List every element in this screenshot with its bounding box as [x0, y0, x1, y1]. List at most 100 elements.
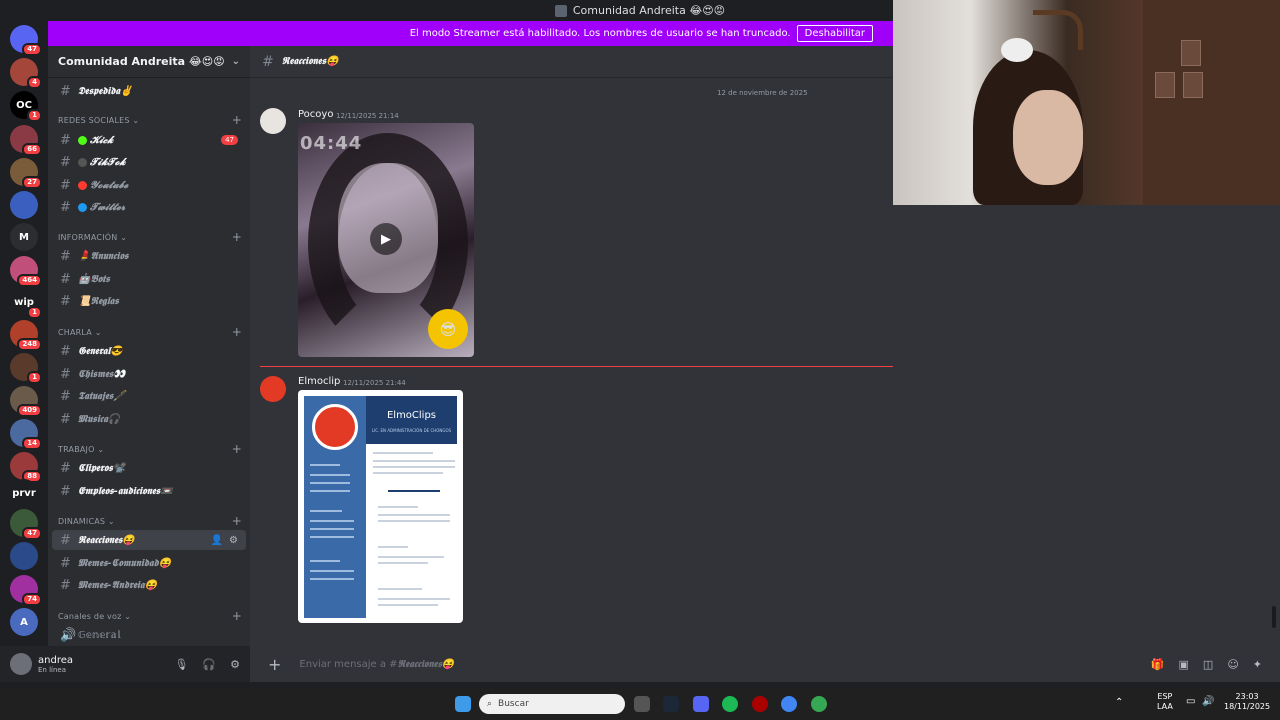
server-icon[interactable]: [10, 542, 38, 570]
category-voz[interactable]: Canales de voz ⌄ +: [58, 608, 242, 624]
server-icon[interactable]: 1: [10, 353, 42, 384]
server-icon[interactable]: 14: [10, 419, 42, 450]
invite-icon[interactable]: 👤: [211, 535, 223, 546]
category-info[interactable]: INFORMACIÓN ⌄ +: [58, 229, 242, 245]
channel-bots[interactable]: # 🤖𝕭𝖔𝖙𝖘: [52, 269, 246, 289]
guild-header[interactable]: Comunidad Andreita 😂😍😡 ⌄: [48, 46, 250, 78]
webcam-overlay: [893, 0, 1280, 205]
obs-icon[interactable]: [634, 696, 650, 712]
video-attachment[interactable]: 04:44 ▶ 😎: [298, 123, 474, 357]
scrollbar-thumb[interactable]: [1272, 606, 1276, 628]
gear-icon[interactable]: ⚙: [229, 535, 238, 546]
volume-icon[interactable]: 🔊: [1202, 697, 1214, 707]
category-label: REDES SOCIALES: [58, 115, 130, 125]
apps-icon[interactable]: ✦: [1253, 658, 1262, 671]
windows-start-icon[interactable]: [455, 696, 471, 712]
discord-app-icon: [554, 4, 567, 17]
server-icon[interactable]: A: [10, 608, 38, 636]
image-attachment[interactable]: ElmoClips LIC. EN ADMINISTRACIÓN DE CHON…: [298, 390, 463, 623]
channel-youtube[interactable]: # 𝓨𝓸𝓾𝓽𝓾𝓫𝓮: [52, 175, 246, 195]
server-icon[interactable]: 47: [10, 509, 42, 540]
server-icon[interactable]: 47: [10, 25, 42, 56]
channel-musica[interactable]: # 𝕸𝖚𝖘𝖎𝖈𝖆🎧: [52, 409, 246, 429]
add-channel-icon[interactable]: +: [232, 325, 242, 339]
add-channel-icon[interactable]: +: [232, 609, 242, 623]
webcam-poster: [1183, 72, 1203, 98]
chrome-profile-icon[interactable]: [811, 696, 827, 712]
avatar[interactable]: [260, 108, 286, 134]
chrome-icon[interactable]: [781, 696, 797, 712]
category-trabajo[interactable]: TRABAJO ⌄ +: [58, 441, 242, 457]
gift-icon[interactable]: 🎁: [1151, 658, 1165, 671]
message-author[interactable]: Elmoclip: [298, 376, 340, 387]
gif-icon[interactable]: ▣: [1179, 658, 1189, 671]
emoji-icon[interactable]: ☺: [1227, 658, 1238, 671]
streamer-mode-banner: El modo Streamer está habilitado. Los no…: [48, 21, 893, 46]
channel-empleos[interactable]: # 𝕰𝖒𝖕𝖑𝖊𝖔𝖘-𝖆𝖚𝖉𝖎𝖈𝖎𝖔𝖓𝖊𝖘📼: [52, 481, 246, 501]
spotify-icon[interactable]: [722, 696, 738, 712]
server-icon[interactable]: M: [10, 223, 38, 251]
play-icon[interactable]: ▶: [370, 223, 402, 255]
gear-icon[interactable]: ⚙: [230, 658, 240, 671]
category-redes[interactable]: REDES SOCIALES ⌄ +: [58, 112, 242, 128]
channel-anuncios[interactable]: # 💄𝕬𝖓𝖚𝖓𝖈𝖎𝖔𝖘: [52, 246, 246, 266]
server-label: prvr: [12, 487, 36, 499]
channel-tatuajes[interactable]: # 𝕿𝖆𝖙𝖚𝖆𝖏𝖊𝖘🖋️: [52, 386, 246, 406]
username: andrea: [38, 654, 73, 666]
microphone-icon[interactable]: 🎙: [174, 658, 188, 671]
channel-despedida[interactable]: # 𝕯𝖊𝖘𝖕𝖊𝖉𝖎𝖉𝖆✌️: [52, 81, 246, 101]
message-author[interactable]: Pocoyo: [298, 109, 333, 120]
server-icon[interactable]: prvr: [10, 479, 38, 507]
sticker-icon[interactable]: ◫: [1203, 658, 1213, 671]
disable-streamer-button[interactable]: Deshabilitar: [796, 25, 873, 42]
new-messages-divider: [260, 366, 893, 367]
clock[interactable]: 23:03 18/11/2025: [1224, 692, 1270, 712]
steam-icon[interactable]: [663, 696, 679, 712]
discord-icon[interactable]: [693, 696, 709, 712]
server-icon[interactable]: 4: [10, 58, 42, 89]
server-icon[interactable]: 27: [10, 158, 42, 189]
message-input[interactable]: Enviar mensaje a #𝕽𝖊𝖆𝖈𝖈𝖎𝖔𝖓𝖊𝖘😝: [299, 659, 454, 670]
server-icon[interactable]: 248: [10, 320, 42, 351]
server-icon[interactable]: OC 1: [10, 91, 42, 122]
mention-badge: 66: [22, 143, 42, 156]
channel-chismes[interactable]: # 𝕮𝖍𝖎𝖘𝖒𝖊𝖘👀: [52, 364, 246, 384]
avatar[interactable]: [10, 653, 32, 675]
add-channel-icon[interactable]: +: [232, 230, 242, 244]
category-label: INFORMACIÓN: [58, 232, 118, 242]
add-channel-icon[interactable]: +: [232, 113, 242, 127]
channel-reglas[interactable]: # 📜𝕽𝖊𝖌𝖑𝖆𝖘: [52, 291, 246, 311]
channel-memes-comunidad[interactable]: # 𝕸𝖊𝖒𝖊𝖘-𝕮𝖔𝖒𝖚𝖓𝖎𝖉𝖆𝖉😝: [52, 553, 246, 573]
guild-name: Comunidad Andreita 😂😍😡: [58, 55, 225, 68]
channel-clipperos[interactable]: # 𝕮𝖑𝖎𝖕𝖊𝖗𝖔𝖘📽️: [52, 458, 246, 478]
category-dinamicas[interactable]: DINAMICAS ⌄ +: [58, 513, 242, 529]
voice-channel-general[interactable]: 🔊 𝔾𝕖𝕟𝕖𝕣𝕒𝕝: [52, 625, 246, 645]
channel-kick[interactable]: # 𝓚𝓲𝓬𝓴 47: [52, 130, 246, 150]
headphones-icon[interactable]: 🎧: [202, 658, 216, 671]
network-icon[interactable]: ▭: [1186, 697, 1195, 707]
channel-twitter[interactable]: # 𝓣𝔀𝓲𝓽𝓽𝓮𝓻: [52, 197, 246, 217]
server-icon[interactable]: 88: [10, 452, 42, 483]
attach-plus-icon[interactable]: +: [268, 655, 281, 674]
server-icon[interactable]: 464: [10, 256, 42, 287]
taskbar-search[interactable]: ⌕ Buscar: [479, 694, 625, 714]
server-icon[interactable]: 66: [10, 125, 42, 156]
category-charla[interactable]: CHARLA ⌄ +: [58, 324, 242, 340]
language-indicator[interactable]: ESP LAA: [1157, 692, 1173, 712]
opera-icon[interactable]: [752, 696, 768, 712]
server-icon[interactable]: wip 1: [10, 288, 42, 319]
user-info[interactable]: andrea En línea: [38, 655, 73, 674]
channel-general[interactable]: # 𝕲𝖊𝖓𝖊𝖗𝖆𝖑😎: [52, 341, 246, 361]
hash-icon: #: [60, 366, 71, 382]
tray-chevron-icon[interactable]: ⌃: [1115, 698, 1123, 708]
hash-icon: #: [60, 460, 71, 476]
server-icon[interactable]: 409: [10, 386, 42, 417]
add-channel-icon[interactable]: +: [232, 514, 242, 528]
add-channel-icon[interactable]: +: [232, 442, 242, 456]
server-icon[interactable]: [10, 191, 38, 219]
channel-memes-andreita[interactable]: # 𝕸𝖊𝖒𝖊𝖘-𝕬𝖓𝖉𝖗𝖊𝖎𝖆😝: [52, 575, 246, 595]
channel-reacciones[interactable]: # 𝕽𝖊𝖆𝖈𝖈𝖎𝖔𝖓𝖊𝖘😝 👤 ⚙: [52, 530, 246, 550]
avatar[interactable]: [260, 376, 286, 402]
server-icon[interactable]: 74: [10, 575, 42, 606]
channel-tiktok[interactable]: # 𝓣𝓲𝓴𝓣𝓸𝓴: [52, 152, 246, 172]
